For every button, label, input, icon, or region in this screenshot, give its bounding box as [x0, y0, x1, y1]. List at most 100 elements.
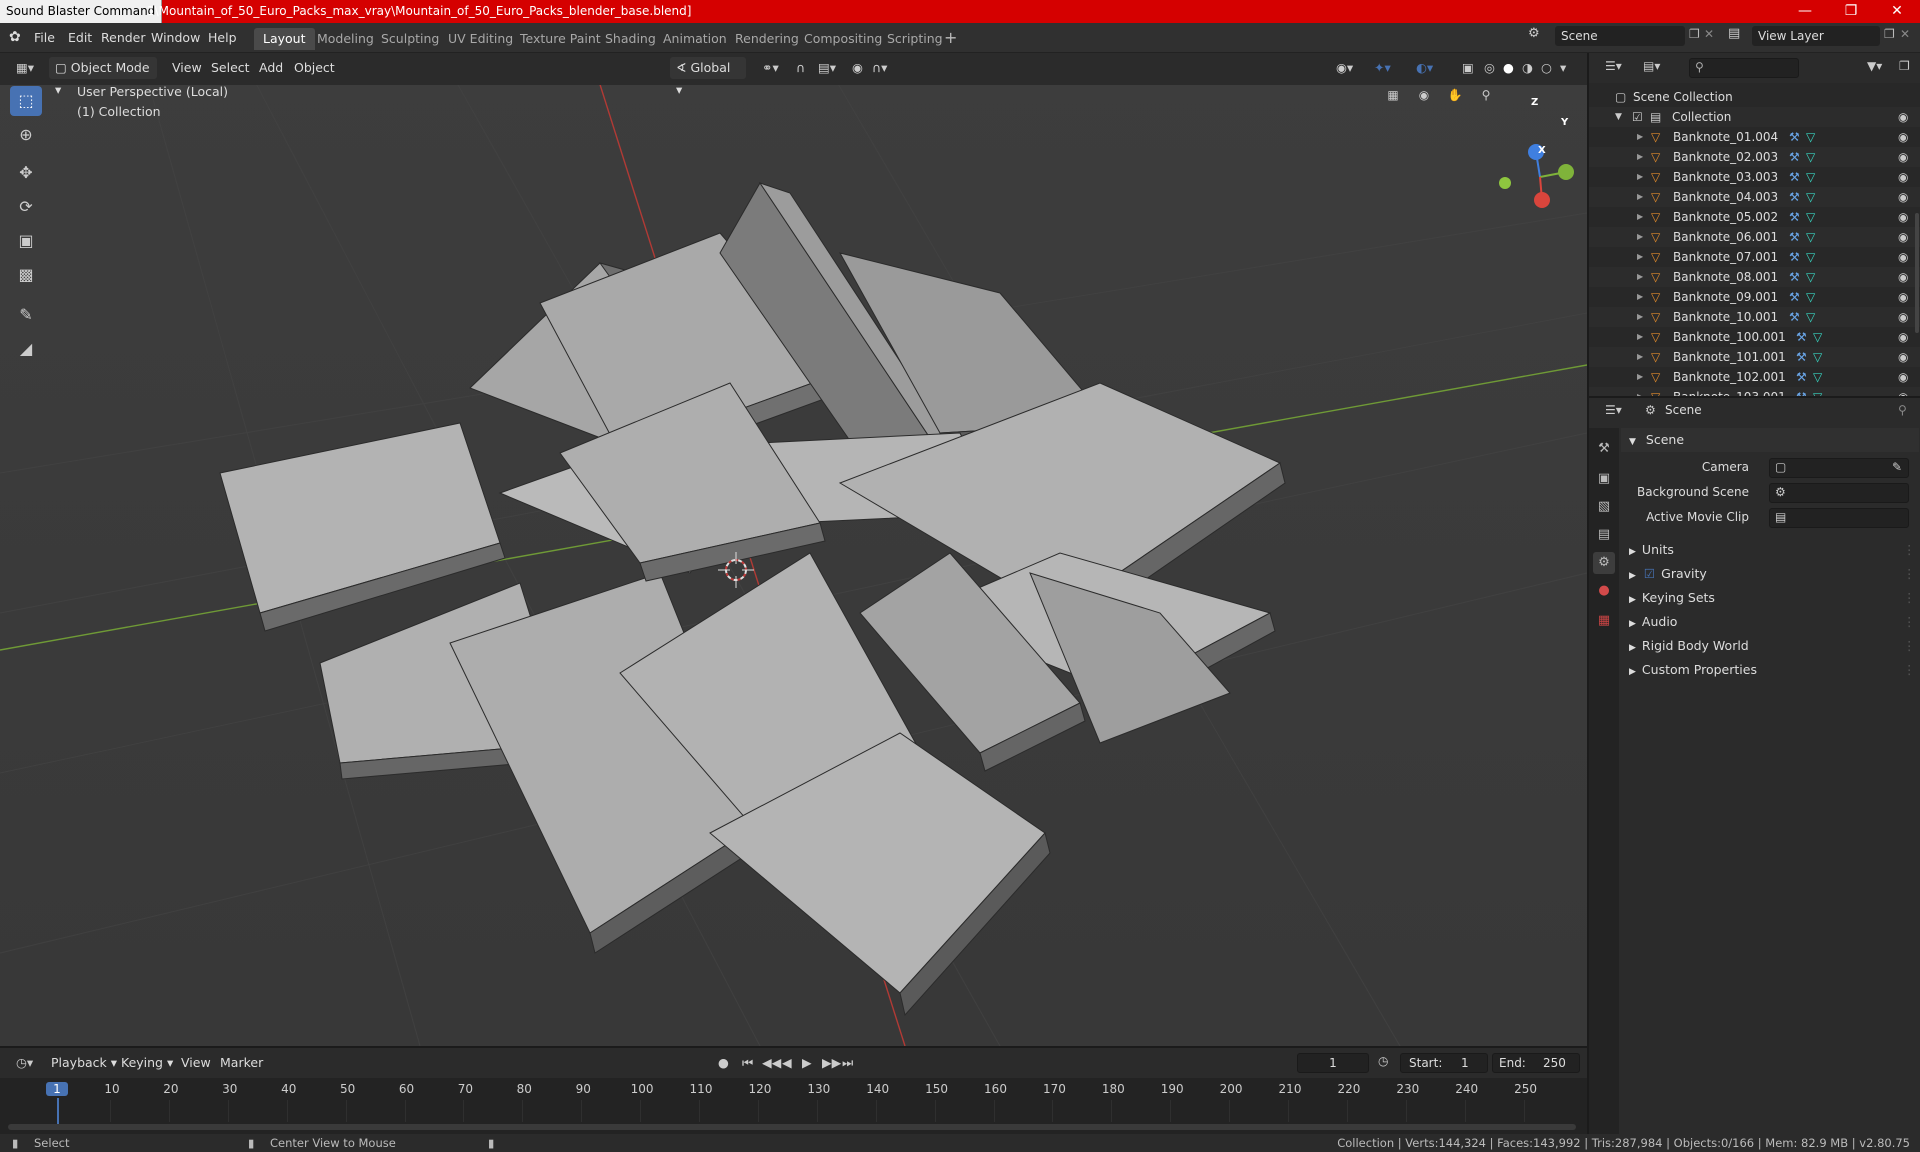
outliner-object-row[interactable]: ▶ ▽ Banknote_08.001 ⚒ ▽ ◉	[1589, 267, 1920, 287]
overlays-toggle-icon[interactable]: ◐▾	[1410, 57, 1439, 79]
menu-select[interactable]: Select	[205, 57, 256, 79]
mesh-data-icon[interactable]: ▽	[1806, 127, 1815, 147]
wrench-modifier-icon[interactable]: ⚒	[1789, 187, 1800, 207]
drag-handle-icon[interactable]: ⋮	[1903, 634, 1916, 658]
wrench-modifier-icon[interactable]: ⚒	[1796, 327, 1807, 347]
scene-tab-icon[interactable]: ⚙	[1593, 552, 1615, 574]
world-tab-icon[interactable]: ●	[1593, 580, 1615, 602]
texture-tab-icon[interactable]: ▦	[1593, 610, 1615, 632]
wrench-modifier-icon[interactable]: ⚒	[1789, 307, 1800, 327]
3d-viewport[interactable]: Z Y X User Perspective (Local) (1) Colle…	[0, 53, 1587, 1046]
outliner-editor-type-icon[interactable]: ☰▾	[1605, 59, 1622, 73]
wrench-modifier-icon[interactable]: ⚒	[1789, 247, 1800, 267]
tab-layout[interactable]: Layout	[254, 28, 315, 50]
drag-handle-icon[interactable]: ⋮	[1903, 538, 1916, 562]
measure-tool-icon[interactable]: ◢	[10, 334, 42, 364]
mesh-data-icon[interactable]: ▽	[1813, 367, 1822, 387]
outliner-object-row[interactable]: ▶ ▽ Banknote_10.001 ⚒ ▽ ◉	[1589, 307, 1920, 327]
menu-view[interactable]: View	[166, 57, 208, 79]
eye-icon[interactable]: ◉	[1898, 267, 1908, 287]
scene-name-field[interactable]: Scene	[1555, 26, 1685, 46]
expand-arrow-icon[interactable]: ▶	[1637, 367, 1643, 387]
mesh-data-icon[interactable]: ▽	[1813, 327, 1822, 347]
tab-uv-editing[interactable]: UV Editing	[439, 28, 522, 50]
drag-handle-icon[interactable]: ⋮	[1903, 586, 1916, 610]
xray-toggle-icon[interactable]: ▣	[1456, 57, 1480, 79]
expand-arrow-icon[interactable]: ▶	[1637, 347, 1643, 367]
expand-arrow-icon[interactable]: ▶	[1637, 187, 1643, 207]
shading-options-icon[interactable]: ▾	[1554, 57, 1572, 79]
eye-icon[interactable]: ◉	[1898, 367, 1908, 387]
scene-selector-icon[interactable]: ⚙	[1528, 26, 1540, 41]
properties-editor-type-icon[interactable]: ☰▾	[1605, 403, 1622, 417]
menu-object[interactable]: Object	[288, 57, 341, 79]
move-tool-icon[interactable]: ✥	[10, 158, 42, 188]
add-workspace-icon[interactable]: +	[944, 28, 957, 48]
collection-checkbox[interactable]: ☑	[1632, 107, 1643, 127]
eye-icon[interactable]: ◉	[1898, 307, 1908, 327]
menu-window[interactable]: Window	[144, 28, 207, 48]
gizmo-x-label[interactable]: X	[1538, 145, 1546, 156]
maximize-icon[interactable]: ❐	[1828, 0, 1874, 23]
expand-arrow-icon[interactable]: ▶	[1637, 307, 1643, 327]
expand-arrow-icon[interactable]: ▶	[1637, 247, 1643, 267]
tab-sculpting[interactable]: Sculpting	[372, 28, 448, 50]
select-box-icon[interactable]: ⬚	[10, 86, 42, 116]
outliner-object-row[interactable]: ▶ ▽ Banknote_03.003 ⚒ ▽ ◉	[1589, 167, 1920, 187]
camera-field[interactable]: ▢ ✎	[1769, 458, 1909, 478]
eyedropper-icon[interactable]: ✎	[1892, 460, 1902, 474]
mesh-data-icon[interactable]: ▽	[1806, 267, 1815, 287]
outliner-object-row[interactable]: ▶ ▽ Banknote_09.001 ⚒ ▽ ◉	[1589, 287, 1920, 307]
property-section-rigid-body-world[interactable]: ▶ Rigid Body World ⋮	[1621, 634, 1919, 658]
scale-tool-icon[interactable]: ▣	[10, 226, 42, 256]
minimize-icon[interactable]: —	[1782, 0, 1828, 23]
new-scene-icon[interactable]: ❐	[1689, 27, 1700, 41]
tab-scripting[interactable]: Scripting	[878, 28, 952, 50]
snap-target-icon[interactable]: ▤▾	[812, 57, 842, 79]
expand-arrow-icon[interactable]: ▶	[1637, 167, 1643, 187]
display-mode-icon[interactable]: ▤▾	[1643, 59, 1660, 73]
wrench-modifier-icon[interactable]: ⚒	[1789, 267, 1800, 287]
background-scene-field[interactable]: ⚙	[1769, 483, 1909, 503]
transform-tool-icon[interactable]: ▩	[10, 260, 42, 290]
remove-view-layer-icon[interactable]: ✕	[1900, 27, 1910, 41]
mesh-data-icon[interactable]: ▽	[1806, 147, 1815, 167]
mesh-data-icon[interactable]: ▽	[1806, 187, 1815, 207]
wrench-modifier-icon[interactable]: ⚒	[1796, 367, 1807, 387]
falloff-icon[interactable]: ∩▾	[866, 57, 893, 79]
wrench-modifier-icon[interactable]: ⚒	[1789, 207, 1800, 227]
expand-arrow-icon[interactable]: ▶	[1637, 147, 1643, 167]
expand-arrow-icon[interactable]: ▶	[1637, 227, 1643, 247]
expand-arrow-icon[interactable]: ▶	[1637, 127, 1643, 147]
property-section-units[interactable]: ▶ Units ⋮	[1621, 538, 1919, 562]
outliner-object-row[interactable]: ▶ ▽ Banknote_100.001 ⚒ ▽ ◉	[1589, 327, 1920, 347]
transform-orientation-dropdown[interactable]: ∢ Global ▾	[670, 57, 746, 97]
outliner-object-row[interactable]: ▶ ▽ Banknote_07.001 ⚒ ▽ ◉	[1589, 247, 1920, 267]
zoom-icon[interactable]: ⚲	[1475, 88, 1497, 110]
new-view-layer-icon[interactable]: ❐	[1884, 27, 1895, 41]
view-layer-tab-icon[interactable]: ▤	[1593, 524, 1615, 546]
object-mode-dropdown[interactable]: ▢ Object Mode ▾	[49, 57, 157, 97]
menu-file[interactable]: File	[27, 28, 62, 48]
scene-panel-header[interactable]: ▼ Scene	[1621, 428, 1919, 452]
filter-icon[interactable]: ▼▾	[1867, 59, 1882, 73]
tab-texture-paint[interactable]: Texture Paint	[511, 28, 610, 50]
ortho-toggle-icon[interactable]: ▦	[1382, 88, 1404, 110]
outliner-scrollbar[interactable]	[1915, 213, 1919, 333]
outliner-object-row[interactable]: ▶ ▽ Banknote_04.003 ⚒ ▽ ◉	[1589, 187, 1920, 207]
wrench-modifier-icon[interactable]: ⚒	[1789, 147, 1800, 167]
drag-handle-icon[interactable]: ⋮	[1903, 562, 1916, 586]
mesh-data-icon[interactable]: ▽	[1813, 347, 1822, 367]
outliner-object-row[interactable]: ▶ ▽ Banknote_01.004 ⚒ ▽ ◉	[1589, 127, 1920, 147]
eye-icon[interactable]: ◉	[1898, 107, 1908, 127]
outliner-object-row[interactable]: ▶ ▽ Banknote_102.001 ⚒ ▽ ◉	[1589, 367, 1920, 387]
pivot-point-icon[interactable]: ⚭▾	[756, 57, 785, 79]
property-section-gravity[interactable]: ▶ ☑ Gravity ⋮	[1621, 562, 1919, 586]
cursor-tool-icon[interactable]: ⊕	[10, 120, 42, 150]
eye-icon[interactable]: ◉	[1898, 247, 1908, 267]
wrench-modifier-icon[interactable]: ⚒	[1789, 127, 1800, 147]
eye-icon[interactable]: ◉	[1898, 147, 1908, 167]
collection-row[interactable]: ▼ ☑ ▤ Collection ◉	[1589, 107, 1920, 127]
eye-icon[interactable]: ◉	[1898, 287, 1908, 307]
timeline-scrollbar[interactable]	[8, 1124, 1576, 1130]
